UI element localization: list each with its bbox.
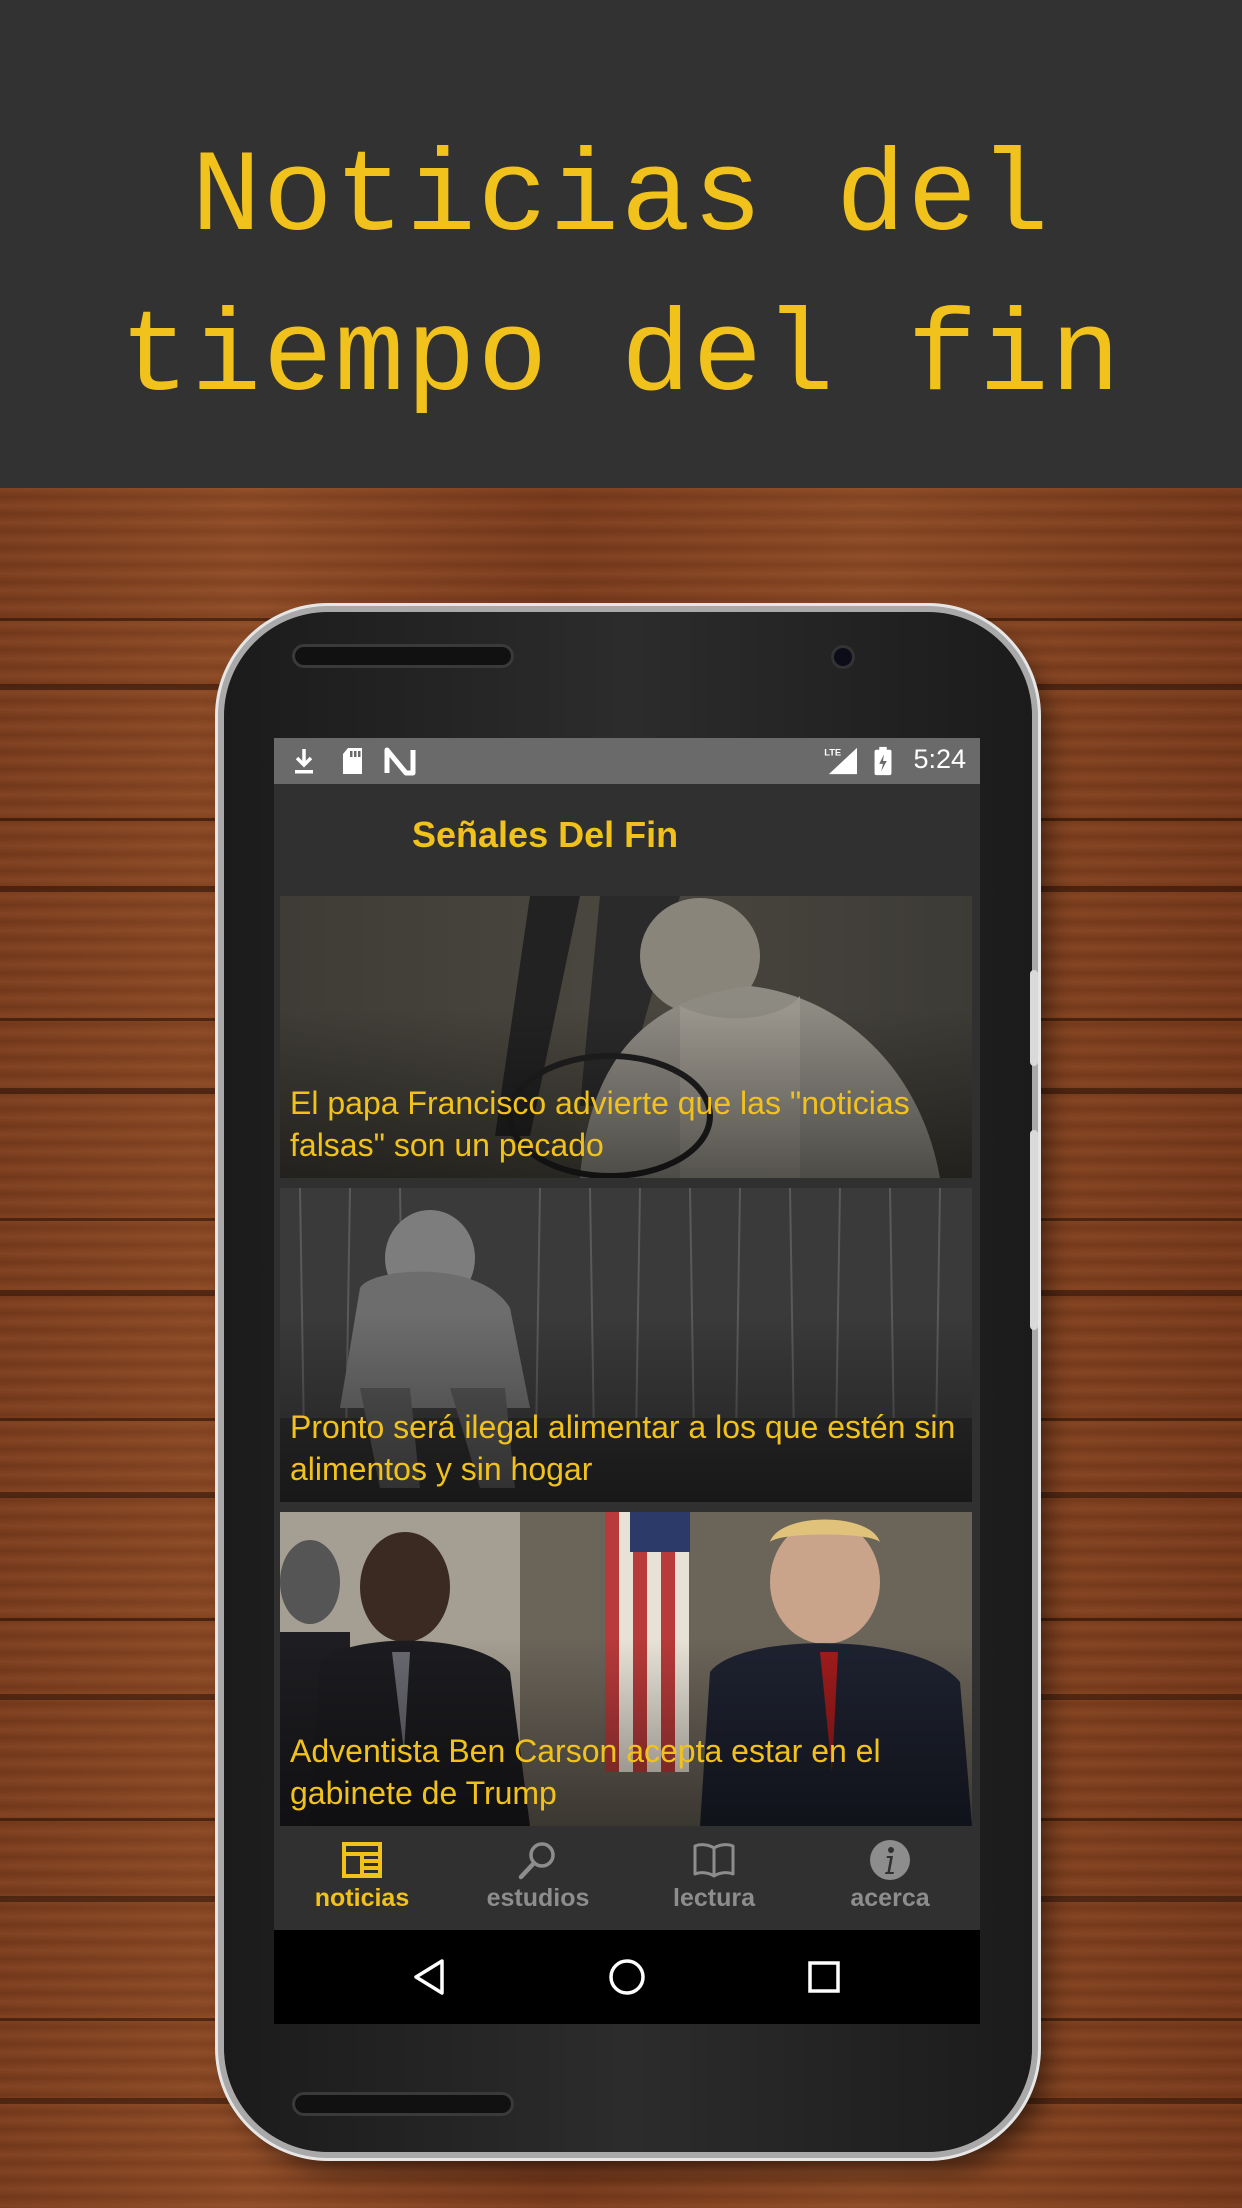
app-title: Señales Del Fin [412, 814, 679, 855]
nav-label: acerca [850, 1884, 930, 1912]
phone-screen: LTE 5:24 Señales Del Fin El papa Francis… [274, 738, 980, 2024]
back-icon[interactable] [408, 1955, 452, 1999]
bottom-navigation: noticias estudios lectura acerca [274, 1826, 980, 1930]
power-button [1030, 970, 1038, 1066]
article-card[interactable]: Pronto será ilegal alimentar a los que e… [280, 1188, 972, 1502]
article-card[interactable]: El papa Francisco advierte que las "noti… [280, 896, 972, 1178]
article-title: El papa Francisco advierte que las "noti… [290, 1085, 910, 1163]
promo-banner: Noticias del tiempo del fin [0, 0, 1242, 488]
home-icon[interactable] [605, 1955, 649, 1999]
newspaper-icon [342, 1842, 382, 1878]
nav-item-estudios[interactable]: estudios [450, 1826, 626, 1930]
article-title: Pronto será ilegal alimentar a los que e… [290, 1409, 956, 1487]
battery-icon [874, 746, 892, 776]
nav-label: estudios [486, 1884, 590, 1912]
status-bar: LTE 5:24 [274, 738, 980, 784]
recents-icon[interactable] [802, 1955, 846, 1999]
info-icon [870, 1840, 910, 1880]
status-time: 5:24 [913, 744, 966, 774]
volume-button [1030, 1130, 1038, 1330]
banner-title: Noticias del tiempo del fin [119, 132, 1123, 424]
article-title: Adventista Ben Carson acepta estar en el… [290, 1733, 881, 1811]
download-icon [295, 749, 313, 774]
svg-text:LTE: LTE [824, 747, 841, 757]
nav-label: lectura [673, 1884, 755, 1912]
nav-item-lectura[interactable]: lectura [626, 1826, 802, 1930]
system-navigation-bar [274, 1930, 980, 2024]
bottom-speaker [292, 2092, 514, 2116]
front-camera [834, 648, 852, 666]
earpiece-speaker [292, 644, 514, 668]
book-icon [693, 1843, 735, 1878]
search-icon [518, 1842, 555, 1880]
nav-item-acerca[interactable]: acerca [802, 1826, 978, 1930]
n-logo-icon [384, 747, 416, 776]
nav-item-noticias[interactable]: noticias [274, 1826, 450, 1930]
lte-signal-icon: LTE [824, 747, 857, 775]
app-bar: Señales Del Fin [274, 784, 980, 888]
nav-label: noticias [314, 1884, 410, 1912]
article-card[interactable]: Adventista Ben Carson acepta estar en el… [280, 1512, 972, 1826]
sd-card-icon [343, 748, 362, 774]
